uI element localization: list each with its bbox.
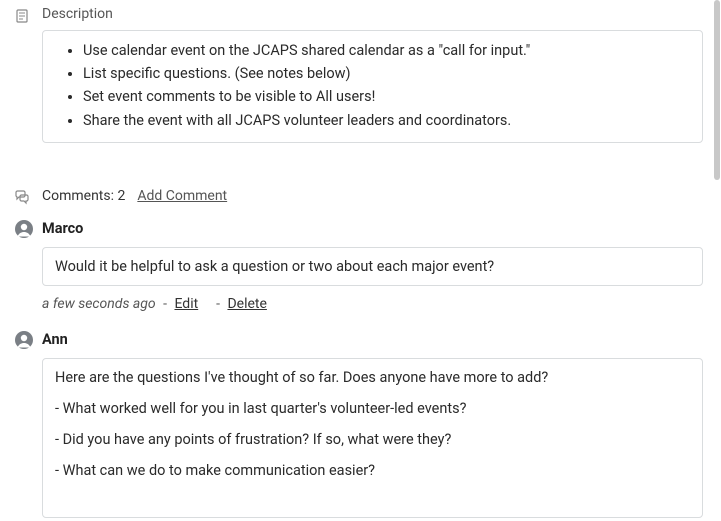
- avatar-icon: [14, 330, 34, 350]
- add-comment-link[interactable]: Add Comment: [137, 188, 227, 204]
- comment-body: Would it be helpful to ask a question or…: [42, 247, 703, 286]
- comment-text: Would it be helpful to ask a question or…: [55, 258, 494, 275]
- avatar-icon: [14, 219, 34, 239]
- description-item: Use calendar event on the JCAPS shared c…: [83, 39, 684, 62]
- description-icon: [14, 8, 30, 24]
- comment-body: Here are the questions I've thought of s…: [42, 358, 703, 518]
- description-item: Share the event with all JCAPS volunteer…: [83, 109, 684, 132]
- sep: -: [163, 296, 170, 312]
- sep: -: [206, 296, 224, 312]
- comment: Marco Would it be helpful to ask a quest…: [42, 219, 703, 312]
- scrollbar-thumb[interactable]: [714, 0, 720, 180]
- edit-link[interactable]: Edit: [174, 296, 198, 312]
- description-box: Use calendar event on the JCAPS shared c…: [42, 30, 703, 143]
- comment-meta: a few seconds ago - Edit - Delete: [42, 296, 703, 312]
- comment-timestamp: a few seconds ago: [42, 296, 156, 312]
- comment-author: Ann: [42, 331, 68, 348]
- description-item: Set event comments to be visible to All …: [83, 85, 684, 108]
- comment: Ann Here are the questions I've thought …: [42, 330, 703, 518]
- description-item: List specific questions. (See notes belo…: [83, 62, 684, 85]
- description-label: Description: [42, 6, 113, 22]
- description-list: Use calendar event on the JCAPS shared c…: [61, 39, 684, 132]
- delete-link[interactable]: Delete: [227, 296, 266, 312]
- comment-text: - Did you have any points of frustration…: [55, 431, 690, 448]
- comments-count: Comments: 2: [42, 188, 125, 204]
- comment-text: Here are the questions I've thought of s…: [55, 369, 690, 386]
- scrollbar[interactable]: [713, 0, 721, 521]
- comments-icon: [14, 189, 30, 205]
- comment-author: Marco: [42, 220, 83, 237]
- comment-text: - What worked well for you in last quart…: [55, 400, 690, 417]
- comment-text: - What can we do to make communication e…: [55, 462, 690, 479]
